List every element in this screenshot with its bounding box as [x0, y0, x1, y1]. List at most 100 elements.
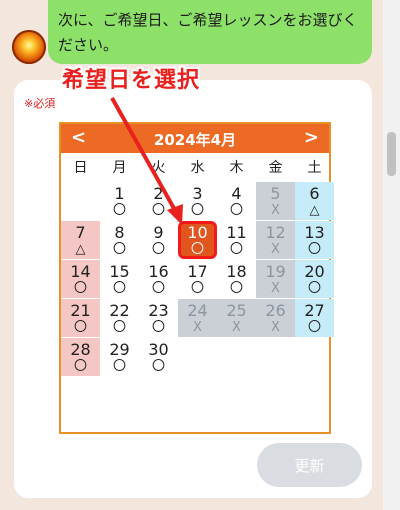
availability-mark: 〇	[151, 242, 165, 257]
date-number: 23	[148, 301, 169, 320]
date-number: 16	[148, 262, 169, 281]
date-number: 1	[114, 184, 125, 203]
availability-mark: X	[271, 242, 280, 257]
date-number: 19	[265, 262, 286, 281]
availability-mark: 〇	[229, 242, 243, 257]
date-cell[interactable]: 20 〇	[295, 260, 334, 298]
availability-mark: 〇	[190, 242, 204, 257]
date-cell[interactable]: 9〇	[139, 221, 178, 259]
date-number: 28	[70, 340, 91, 359]
date-number: 17	[187, 262, 208, 281]
date-cell[interactable]: 21 〇	[61, 299, 100, 337]
date-cell[interactable]: 12 X	[256, 221, 295, 259]
date-cell[interactable]: 1〇	[100, 182, 139, 220]
availability-mark: X	[271, 203, 280, 218]
date-number: 11	[226, 223, 247, 242]
date-number: 21	[70, 301, 91, 320]
date-number: 30	[148, 340, 169, 359]
availability-mark: 〇	[307, 281, 321, 296]
required-label: ※必須	[24, 97, 56, 110]
date-number: 9	[153, 223, 164, 242]
date-cell[interactable]: 30 〇	[139, 338, 178, 376]
date-cell[interactable]: 11 〇	[217, 221, 256, 259]
date-cell[interactable]: 8〇	[100, 221, 139, 259]
availability-mark: 〇	[151, 281, 165, 296]
bot-avatar	[12, 30, 46, 64]
availability-mark: 〇	[190, 281, 204, 296]
date-cell[interactable]: 6 △	[295, 182, 334, 220]
date-number: 27	[304, 301, 325, 320]
date-cell[interactable]: 13 〇	[295, 221, 334, 259]
date-cell[interactable]: 22 〇	[100, 299, 139, 337]
weekday-header: 月	[112, 160, 127, 176]
availability-mark: 〇	[73, 320, 87, 335]
date-number: 3	[192, 184, 203, 203]
date-cell[interactable]: 24 X	[178, 299, 217, 337]
calendar-header: < 2024年4月 >	[61, 124, 329, 153]
date-number: 6	[309, 184, 320, 203]
date-number: 25	[226, 301, 247, 320]
date-cell[interactable]: 27 〇	[295, 299, 334, 337]
next-month-button[interactable]: >	[304, 127, 319, 148]
weekday-header: 木	[229, 160, 244, 176]
date-number: 4	[231, 184, 242, 203]
update-button[interactable]: 更新	[257, 443, 362, 487]
date-cell[interactable]: 28 〇	[61, 338, 100, 376]
scrollbar[interactable]	[383, 0, 400, 510]
availability-mark: X	[193, 320, 202, 335]
weekday-header: 土	[307, 160, 322, 176]
date-number: 8	[114, 223, 125, 242]
date-number: 2	[153, 184, 164, 203]
availability-mark: 〇	[307, 242, 321, 257]
date-cell[interactable]: 2〇	[139, 182, 178, 220]
availability-mark: 〇	[112, 242, 126, 257]
availability-mark: 〇	[112, 281, 126, 296]
calendar-month-title: 2024年4月	[153, 131, 237, 149]
availability-mark: X	[271, 281, 280, 296]
date-cell[interactable]: 4〇	[217, 182, 256, 220]
date-cell[interactable]: 19 X	[256, 260, 295, 298]
date-cell[interactable]: 7 △	[61, 221, 100, 259]
scrollbar-thumb[interactable]	[387, 132, 396, 176]
availability-mark: 〇	[229, 281, 243, 296]
date-number: 5	[270, 184, 281, 203]
weekday-header: 日	[73, 160, 88, 176]
date-number: 29	[109, 340, 130, 359]
date-number: 13	[304, 223, 325, 242]
selected-date-cell[interactable]: 10 〇	[178, 221, 217, 259]
availability-mark: 〇	[112, 203, 126, 218]
weekday-header: 金	[268, 160, 283, 176]
date-cell[interactable]: 26 X	[256, 299, 295, 337]
date-number: 10	[187, 223, 208, 242]
date-cell[interactable]: 18 〇	[217, 260, 256, 298]
availability-mark: 〇	[73, 281, 87, 296]
date-picker-card: ※必須 < 2024年4月 > 日月火水木金土 1 〇 2 〇 3 〇 4 〇 5 X 6 △ 7 △ 8 〇…	[14, 80, 372, 498]
date-number: 7	[75, 223, 86, 242]
date-cell[interactable]: 17 〇	[178, 260, 217, 298]
date-cell[interactable]: 16 〇	[139, 260, 178, 298]
availability-mark: 〇	[190, 203, 204, 218]
weekday-header: 火	[151, 160, 166, 176]
annotation-label: 希望日を選択	[62, 68, 201, 93]
date-cell[interactable]: 29 〇	[100, 338, 139, 376]
availability-mark: 〇	[151, 203, 165, 218]
availability-mark: X	[232, 320, 241, 335]
date-cell[interactable]: 14 〇	[61, 260, 100, 298]
weekday-header: 水	[190, 160, 205, 176]
date-number: 12	[265, 223, 286, 242]
availability-mark: 〇	[229, 203, 243, 218]
availability-mark: 〇	[307, 320, 321, 335]
date-number: 26	[265, 301, 286, 320]
availability-mark: 〇	[151, 359, 165, 374]
date-cell[interactable]: 5X	[256, 182, 295, 220]
date-cell[interactable]: 23 〇	[139, 299, 178, 337]
date-number: 24	[187, 301, 208, 320]
date-number: 20	[304, 262, 325, 281]
date-number: 14	[70, 262, 91, 281]
date-cell[interactable]: 25 X	[217, 299, 256, 337]
date-cell[interactable]: 3〇	[178, 182, 217, 220]
date-number: 18	[226, 262, 247, 281]
availability-mark: 〇	[112, 320, 126, 335]
date-cell[interactable]: 15 〇	[100, 260, 139, 298]
availability-mark: 〇	[73, 359, 87, 374]
